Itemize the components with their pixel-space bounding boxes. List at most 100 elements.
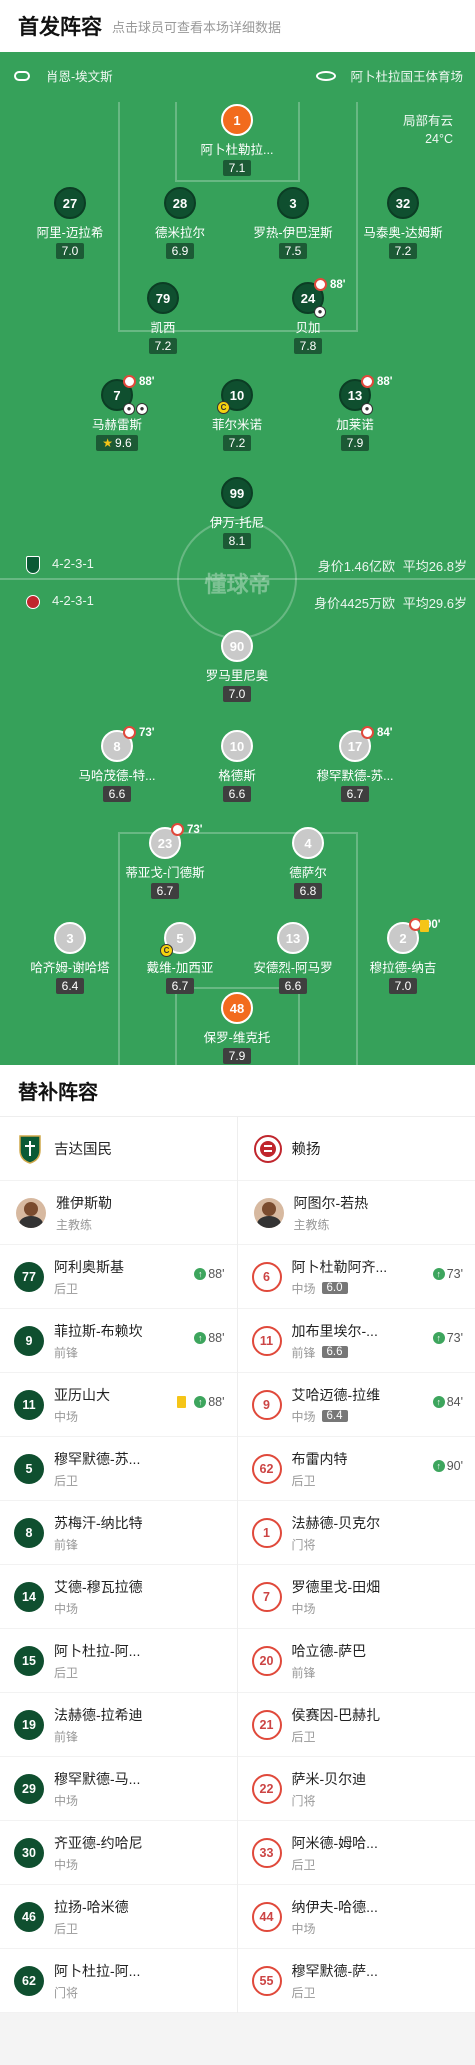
sub-position-text: 前锋 bbox=[54, 1728, 78, 1745]
player-name: 格德斯 bbox=[172, 765, 302, 784]
player-rating: 6.9 bbox=[166, 243, 195, 259]
player-rating: 7.0 bbox=[389, 978, 418, 994]
home-sub-row[interactable]: 46拉扬-哈米德后卫 bbox=[0, 1885, 237, 1949]
sub-position: 前锋 bbox=[292, 1664, 475, 1681]
home-sub-row[interactable]: 11亚历山大中场↑88' bbox=[0, 1373, 237, 1437]
away-sub-row[interactable]: 9艾哈迈德-拉维中场6.4↑84' bbox=[238, 1373, 475, 1437]
player-name: 菲尔米诺 bbox=[172, 414, 302, 433]
sub-info: 阿卜杜拉-阿...门将 bbox=[54, 1961, 237, 2001]
away-sub-row[interactable]: 22萨米-贝尔迪门将 bbox=[238, 1757, 475, 1821]
sub-name: 艾德-穆瓦拉德 bbox=[54, 1577, 169, 1597]
home-sub-row[interactable]: 62阿卜杜拉-阿...门将 bbox=[0, 1949, 237, 2013]
player-number: 48 bbox=[221, 992, 253, 1024]
lineup-header: 首发阵容 点击球员可查看本场详细数据 bbox=[0, 0, 475, 52]
home-sub-row[interactable]: 14艾德-穆瓦拉德中场 bbox=[0, 1565, 237, 1629]
player-number-text: 8 bbox=[113, 739, 120, 754]
player-rating: 8.1 bbox=[223, 533, 252, 549]
player-number-text: 10 bbox=[230, 739, 244, 754]
away-sub-row[interactable]: 7罗德里戈-田畑中场 bbox=[238, 1565, 475, 1629]
sub-name: 罗德里戈-田畑 bbox=[292, 1577, 407, 1597]
away-sub-row[interactable]: 62布雷内特后卫↑90' bbox=[238, 1437, 475, 1501]
away-team-row[interactable]: 赖扬 bbox=[238, 1117, 475, 1181]
sub-position: 中场6.0 bbox=[292, 1280, 475, 1297]
home-sub-row[interactable]: 29穆罕默德-马...中场 bbox=[0, 1757, 237, 1821]
home-sub-row[interactable]: 30齐亚德-约哈尼中场 bbox=[0, 1821, 237, 1885]
sub-position-text: 中场 bbox=[54, 1408, 78, 1425]
home-player[interactable]: 1阿卜杜勒拉...7.1 bbox=[172, 104, 302, 177]
home-player[interactable]: 10C菲尔米诺7.2 bbox=[172, 379, 302, 452]
away-player[interactable]: 1784'穆罕默德-苏...6.7 bbox=[290, 730, 420, 803]
home-sub-row[interactable]: 77阿利奥斯基后卫↑88' bbox=[0, 1245, 237, 1309]
away-sub-row[interactable]: 44纳伊夫-哈德...中场 bbox=[238, 1885, 475, 1949]
away-sub-row[interactable]: 20哈立德-萨巴前锋 bbox=[238, 1629, 475, 1693]
home-player[interactable]: 788'●●马赫雷斯★9.6 bbox=[52, 379, 182, 452]
home-sub-row[interactable]: 9菲拉斯-布赖坎前锋↑88' bbox=[0, 1309, 237, 1373]
home-coach[interactable]: 雅伊斯勒主教练 bbox=[0, 1181, 237, 1245]
sub-arrow-icon bbox=[314, 278, 327, 291]
home-player[interactable]: 1388'●加莱诺7.9 bbox=[290, 379, 420, 452]
away-sub-row[interactable]: 11加布里埃尔-...前锋6.6↑73' bbox=[238, 1309, 475, 1373]
sub-info: 萨米-贝尔迪门将 bbox=[292, 1769, 475, 1809]
away-sub-row[interactable]: 33阿米德-姆哈...后卫 bbox=[238, 1821, 475, 1885]
sub-position-text: 前锋 bbox=[54, 1536, 78, 1553]
away-sub-row[interactable]: 1法赫德-贝克尔门将 bbox=[238, 1501, 475, 1565]
player-name: 伊万-托尼 bbox=[172, 512, 302, 531]
sub-in-icon: ↑ bbox=[433, 1268, 445, 1280]
away-player[interactable]: 2373'蒂亚戈-门德斯6.7 bbox=[100, 827, 230, 900]
player-number-text: 10 bbox=[230, 388, 244, 403]
away-player[interactable]: 4德萨尔6.8 bbox=[243, 827, 373, 900]
sub-arrow-icon bbox=[361, 726, 374, 739]
away-player[interactable]: 48保罗-维克托7.9 bbox=[172, 992, 302, 1065]
sub-number: 9 bbox=[252, 1390, 282, 1420]
sub-name: 加布里埃尔-... bbox=[292, 1321, 407, 1341]
sub-arrow-icon bbox=[123, 726, 136, 739]
home-sub-row[interactable]: 15阿卜杜拉-阿...后卫 bbox=[0, 1629, 237, 1693]
referee: 肖恩-埃文斯 bbox=[14, 66, 113, 85]
away-sub-row[interactable]: 6阿卜杜勒阿齐...中场6.0↑73' bbox=[238, 1245, 475, 1309]
away-sub-row[interactable]: 21侯赛因-巴赫扎后卫 bbox=[238, 1693, 475, 1757]
sub-in-icon: ↑ bbox=[194, 1332, 206, 1344]
home-player[interactable]: 99伊万-托尼8.1 bbox=[172, 477, 302, 550]
sub-position-text: 前锋 bbox=[292, 1664, 316, 1681]
away-player[interactable]: 873'马哈茂德-特...6.6 bbox=[52, 730, 182, 803]
away-player[interactable]: 5C戴维-加西亚6.7 bbox=[115, 922, 245, 995]
player-rating: 7.1 bbox=[223, 160, 252, 176]
player-name: 罗马里尼奥 bbox=[172, 665, 302, 684]
away-player[interactable]: 90罗马里尼奥7.0 bbox=[172, 630, 302, 703]
sub-name: 穆罕默德-萨... bbox=[292, 1961, 407, 1981]
home-player[interactable]: 79凯西7.2 bbox=[98, 282, 228, 355]
sub-position: 后卫 bbox=[54, 1280, 237, 1297]
away-coach[interactable]: 阿图尔-若热主教练 bbox=[238, 1181, 475, 1245]
rating-value: 7.9 bbox=[347, 436, 364, 450]
player-number-text: 1 bbox=[233, 113, 240, 128]
sub-name: 齐亚德-约哈尼 bbox=[54, 1833, 169, 1853]
lineup-subtitle: 点击球员可查看本场详细数据 bbox=[112, 17, 281, 36]
sub-number: 19 bbox=[14, 1710, 44, 1740]
home-team-row[interactable]: 吉达国民 bbox=[0, 1117, 237, 1181]
player-rating: 6.4 bbox=[56, 978, 85, 994]
sub-in-icon: ↑ bbox=[433, 1332, 445, 1344]
home-sub-row[interactable]: 8苏梅汗-纳比特前锋 bbox=[0, 1501, 237, 1565]
away-player[interactable]: 290'穆拉德-纳吉7.0 bbox=[338, 922, 468, 995]
home-sub-row[interactable]: 19法赫德-拉希迪前锋 bbox=[0, 1693, 237, 1757]
away-sub-row[interactable]: 55穆罕默德-萨...后卫 bbox=[238, 1949, 475, 2013]
sub-position: 后卫 bbox=[54, 1472, 237, 1489]
player-rating: 7.9 bbox=[341, 435, 370, 451]
player-number: 4 bbox=[292, 827, 324, 859]
away-crest-icon bbox=[26, 595, 40, 609]
sub-out-icon: 88' bbox=[123, 375, 155, 388]
home-player[interactable]: 32马泰奥-达姆斯7.2 bbox=[338, 187, 468, 260]
yellow-card-icon bbox=[177, 1396, 186, 1408]
home-player[interactable]: 28德米拉尔6.9 bbox=[115, 187, 245, 260]
away-player[interactable]: 10格德斯6.6 bbox=[172, 730, 302, 803]
sub-in-time: ↑88' bbox=[194, 1267, 224, 1281]
yellow-card-icon bbox=[420, 920, 429, 932]
sub-position-text: 前锋 bbox=[54, 1344, 78, 1361]
sub-position-text: 中场 bbox=[292, 1408, 316, 1425]
home-player[interactable]: 2488'●贝加7.8 bbox=[243, 282, 373, 355]
home-sub-row[interactable]: 5穆罕默德-苏...后卫 bbox=[0, 1437, 237, 1501]
sub-name: 阿卜杜拉-阿... bbox=[54, 1961, 169, 1981]
sub-out-icon: 88' bbox=[361, 375, 393, 388]
sub-info: 哈立德-萨巴前锋 bbox=[292, 1641, 475, 1681]
player-number-text: 28 bbox=[173, 196, 187, 211]
